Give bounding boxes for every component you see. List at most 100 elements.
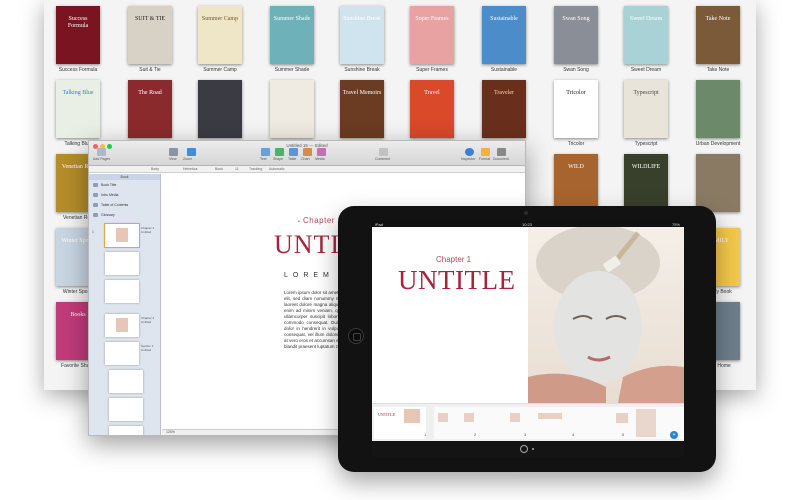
home-button[interactable] bbox=[348, 328, 364, 344]
template-cover-title: Sweet Dream bbox=[629, 16, 663, 22]
template-thumbnail[interactable]: Summer Shade Summer Shade bbox=[256, 6, 328, 73]
template-thumbnail[interactable]: Urban Development bbox=[682, 80, 754, 147]
ipad-page-thumbnail[interactable] bbox=[534, 407, 586, 439]
template-thumbnail[interactable]: SUIT & TIE Suit & Tie bbox=[114, 6, 186, 73]
template-cover bbox=[198, 80, 242, 138]
template-thumbnail[interactable]: The Road bbox=[114, 80, 186, 141]
template-thumbnail[interactable]: Take Note Take Note bbox=[682, 6, 754, 73]
chart-icon[interactable] bbox=[303, 148, 312, 156]
orientation-icon[interactable] bbox=[187, 148, 196, 156]
font-select[interactable]: Helvetica bbox=[183, 167, 197, 171]
template-thumbnail[interactable]: Travel bbox=[396, 80, 468, 141]
font-size-field[interactable]: 11 bbox=[235, 167, 239, 171]
format-icon[interactable] bbox=[481, 148, 490, 156]
template-cover-title: WILDLIFE bbox=[631, 164, 661, 170]
tracking-label: Tracking bbox=[249, 167, 263, 171]
template-cover: Travel Memoirs bbox=[340, 80, 384, 138]
page-thumbnail[interactable] bbox=[109, 426, 143, 435]
style-select[interactable]: Body bbox=[151, 167, 159, 171]
shape-icon[interactable] bbox=[275, 148, 284, 156]
zoom-label: Zoom bbox=[183, 157, 192, 161]
template-thumbnail[interactable]: Talking Blue Talking Blue bbox=[44, 80, 114, 147]
inspector-icon[interactable] bbox=[465, 148, 474, 156]
page-thumbnail[interactable] bbox=[105, 280, 139, 303]
template-cover-title: Sunshine Break bbox=[343, 16, 381, 22]
template-cover: Sustainable bbox=[482, 6, 526, 64]
sidebar-item-toc[interactable]: Table of Contents bbox=[89, 200, 160, 210]
template-cover: SUIT & TIE bbox=[128, 6, 172, 64]
ipad-bottom-bar bbox=[372, 441, 684, 457]
template-cover: Talking Blue bbox=[56, 80, 100, 138]
template-cover-title: Traveler bbox=[493, 90, 515, 96]
ipad-screen: iPad 10:23 75% Chapter 1 UNTITLE UNTITLE… bbox=[372, 221, 684, 457]
template-thumbnail[interactable]: Travel Memoirs bbox=[326, 80, 398, 141]
page-thumbnail[interactable] bbox=[105, 252, 139, 275]
template-thumbnail[interactable]: Super Frames Super Frames bbox=[396, 6, 468, 73]
template-cover: Travel bbox=[410, 80, 454, 138]
thumb-number: 1 bbox=[92, 230, 94, 234]
comment-icon[interactable] bbox=[379, 148, 388, 156]
battery-label: 75% bbox=[671, 221, 680, 227]
tracking-select[interactable]: Automatic bbox=[269, 167, 285, 171]
template-label: Sustainable bbox=[490, 67, 518, 73]
page-thumbnail[interactable] bbox=[105, 314, 139, 337]
template-thumbnail[interactable]: Sustainable Sustainable bbox=[468, 6, 540, 73]
template-cover-title: Summer Shade bbox=[273, 16, 311, 22]
ipad-page-thumbnail[interactable]: UNTITLE bbox=[374, 407, 426, 439]
page-thumbnail-sidebar: Book Book Title Intro Media Table of Con… bbox=[89, 174, 161, 435]
sidebar-item-book-title[interactable]: Book Title bbox=[89, 180, 160, 190]
sidebar-item-glossary[interactable]: Glossary bbox=[89, 210, 160, 220]
view-icon[interactable] bbox=[169, 148, 178, 156]
navigation-icon[interactable] bbox=[520, 445, 528, 453]
template-thumbnail[interactable]: Traveler bbox=[468, 80, 540, 141]
template-cover bbox=[696, 80, 740, 138]
page-thumbnail[interactable] bbox=[105, 342, 139, 365]
ipad-page-title: UNTITLE bbox=[398, 265, 516, 295]
spa-photo bbox=[528, 227, 684, 403]
template-thumbnail[interactable]: Summer Camp Summer Camp bbox=[184, 6, 256, 73]
add-page-icon[interactable] bbox=[97, 148, 106, 156]
template-thumbnail[interactable]: Sweet Dream Sweet Dream bbox=[610, 6, 682, 73]
format-label: Format bbox=[479, 157, 491, 161]
template-label: Suit & Tie bbox=[139, 67, 161, 73]
template-cover: Sunshine Break bbox=[340, 6, 384, 64]
template-thumbnail[interactable] bbox=[256, 80, 328, 141]
ipad-page-left: Chapter 1 UNTITLE bbox=[372, 227, 528, 403]
ipad-page-thumbnail[interactable] bbox=[434, 407, 486, 439]
page-thumbnail[interactable] bbox=[104, 223, 140, 248]
table-icon[interactable] bbox=[289, 148, 298, 156]
view-label: View bbox=[169, 157, 177, 161]
page-thumbnail[interactable] bbox=[109, 398, 143, 421]
thumb-label: Section 1 Untitled bbox=[141, 344, 154, 352]
page-number: 2 bbox=[474, 432, 477, 437]
add-page-icon[interactable]: + bbox=[670, 431, 678, 439]
template-thumbnail[interactable]: Success Formula Success Formula bbox=[44, 6, 114, 73]
sidebar-item-intro-media[interactable]: Intro Media bbox=[89, 190, 160, 200]
template-cover: Super Frames bbox=[410, 6, 454, 64]
spa-facial-image bbox=[528, 227, 684, 403]
ipad-page-thumbnail[interactable] bbox=[484, 407, 536, 439]
template-label: Swan Song bbox=[563, 67, 589, 73]
template-thumbnail[interactable]: Tricolor Tricolor bbox=[540, 80, 612, 147]
template-label: Super Frames bbox=[416, 67, 448, 73]
template-thumbnail[interactable]: Swan Song Swan Song bbox=[540, 6, 612, 73]
add-page-label: Add Pages bbox=[93, 157, 111, 161]
template-thumbnail[interactable] bbox=[184, 80, 256, 141]
ipad-page-thumbnail[interactable] bbox=[584, 407, 636, 439]
template-cover bbox=[270, 80, 314, 138]
media-icon[interactable] bbox=[317, 148, 326, 156]
ipad-page-strip: UNTITLE 1 2 3 4 5 + bbox=[372, 403, 684, 441]
page-thumbnail[interactable] bbox=[109, 370, 143, 393]
template-thumbnail[interactable]: Typescript Typescript bbox=[610, 80, 682, 147]
template-cover: WILD bbox=[554, 154, 598, 212]
template-thumbnail[interactable]: Sunshine Break Sunshine Break bbox=[326, 6, 398, 73]
template-label: Take Note bbox=[706, 67, 730, 73]
format-bar: Body Helvetica Book 11 Tracking Automati… bbox=[89, 166, 525, 173]
typeface-select[interactable]: Book bbox=[215, 167, 223, 171]
clock-label: 10:23 bbox=[522, 221, 533, 227]
template-cover: WILDLIFE bbox=[624, 154, 668, 212]
document-icon[interactable] bbox=[497, 148, 506, 156]
text-label: Text bbox=[260, 157, 267, 161]
text-box-icon[interactable] bbox=[261, 148, 270, 156]
template-label: Tricolor bbox=[567, 141, 585, 147]
